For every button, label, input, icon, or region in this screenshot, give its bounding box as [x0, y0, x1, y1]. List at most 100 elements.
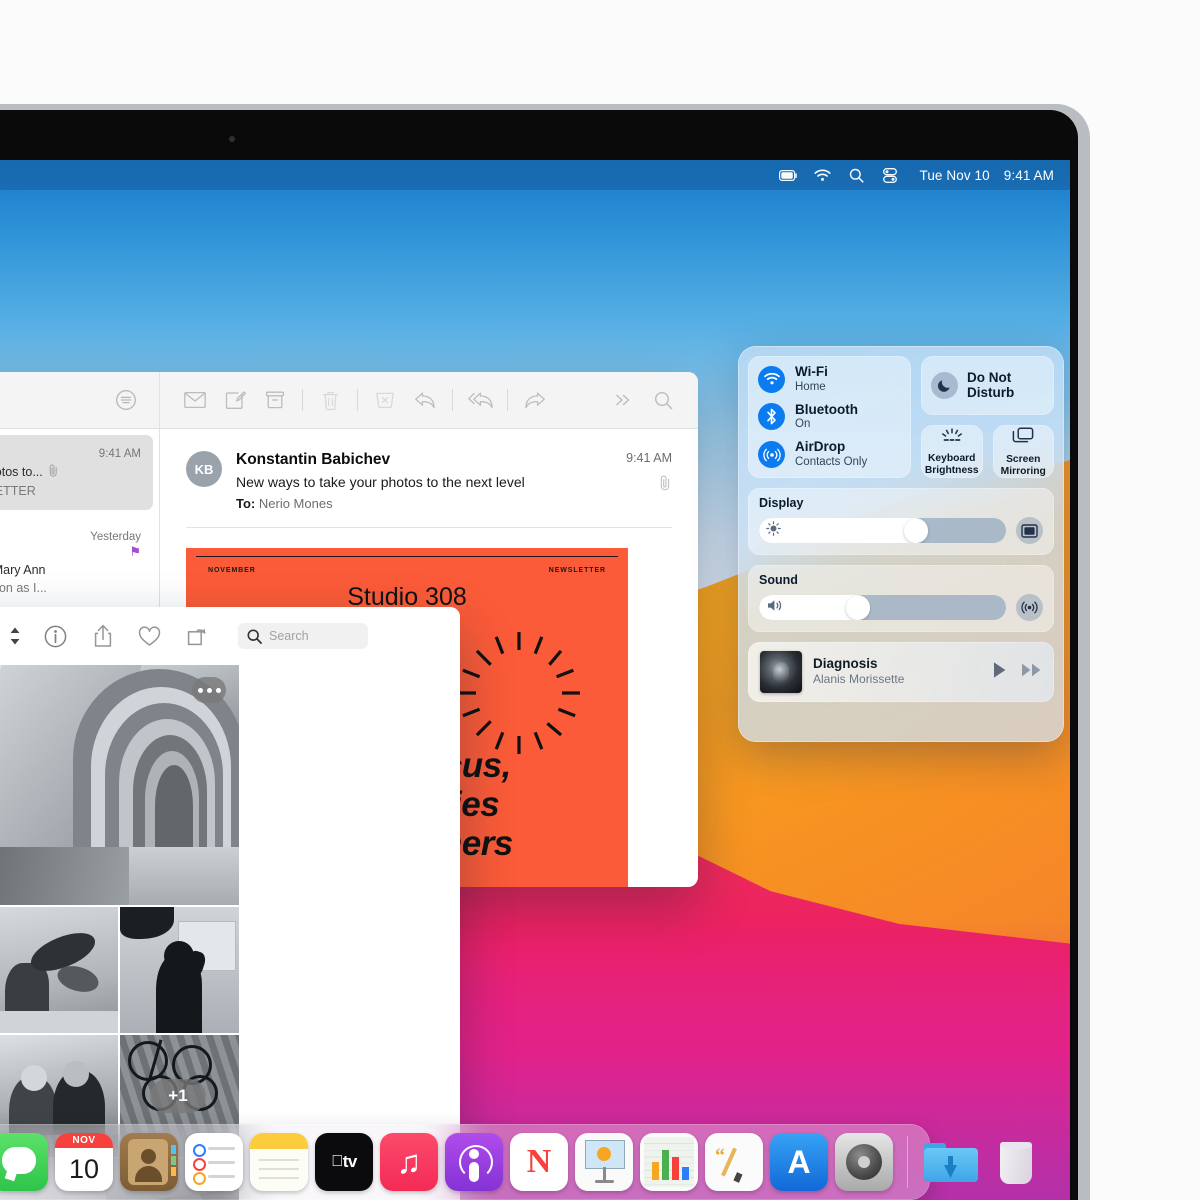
fast-forward-icon[interactable] — [1021, 662, 1042, 683]
reply-icon[interactable] — [412, 391, 438, 410]
control-center-panel: Wi-Fi Home Bluetooth On AirDrop Contacts… — [738, 346, 1064, 742]
do-not-disturb-tile[interactable]: Do Not Disturb — [921, 356, 1054, 415]
trash-icon[interactable] — [317, 390, 343, 411]
spotlight-search-icon[interactable] — [839, 160, 873, 190]
sound-volume-slider[interactable] — [759, 595, 1006, 620]
wifi-toggle[interactable]: Wi-Fi Home — [758, 364, 901, 394]
dock-item-reminders[interactable] — [185, 1133, 243, 1191]
search-placeholder: Search — [269, 629, 309, 643]
rotate-icon[interactable] — [173, 625, 220, 647]
dock-item-calendar[interactable]: NOV 10 — [55, 1133, 113, 1191]
keyboard-brightness-label-line1: Keyboard — [927, 453, 976, 465]
sound-label: Sound — [759, 573, 798, 587]
dock-item-tv[interactable]: tv — [315, 1133, 373, 1191]
display-label: Display — [759, 496, 804, 510]
menubar-time[interactable]: 9:41 AM — [1004, 168, 1054, 183]
wifi-status: Home — [795, 380, 826, 393]
junk-icon[interactable] — [372, 390, 398, 410]
mail-list-item[interactable]: Babichev 9:41 AM take your photos to... — [0, 435, 153, 510]
airplay-audio-button[interactable] — [1016, 594, 1043, 621]
message-sender-name: Konstantin Babichev — [236, 451, 391, 468]
reply-all-icon[interactable] — [467, 391, 493, 410]
message-time: 9:41 AM — [626, 451, 672, 465]
connectivity-module: Wi-Fi Home Bluetooth On AirDrop Contacts… — [748, 356, 911, 478]
share-icon[interactable] — [79, 624, 126, 648]
compose-icon[interactable] — [222, 390, 248, 411]
divider — [186, 527, 672, 528]
mail-list-item[interactable]: uang Yesterday ⚑ r request to Mary Ann n… — [0, 518, 153, 607]
dock-item-pages[interactable]: “ — [705, 1133, 763, 1191]
keyboard-brightness-icon — [940, 428, 964, 448]
zoom-stepper-icon[interactable] — [0, 625, 32, 647]
newsletter-kicker: NEWSLETTER — [548, 567, 606, 574]
display-brightness-slider[interactable] — [759, 518, 1006, 543]
dock-item-podcasts[interactable] — [445, 1133, 503, 1191]
newsletter-header: NOVEMBER NEWSLETTER — [196, 556, 618, 574]
forward-icon[interactable] — [522, 391, 548, 410]
keyboard-brightness-tile[interactable]: Keyboard Brightness — [921, 424, 983, 478]
dock-divider — [907, 1136, 908, 1188]
airdrop-toggle[interactable]: AirDrop Contacts Only — [758, 439, 901, 469]
search-icon[interactable] — [650, 391, 676, 410]
photo-thumbnail[interactable] — [0, 907, 118, 1033]
dock-item-keynote[interactable] — [575, 1133, 633, 1191]
dock-item-music[interactable]: ♫ — [380, 1133, 438, 1191]
now-playing-artist: Alanis Morissette — [813, 672, 905, 687]
dock-item-trash[interactable] — [987, 1133, 1045, 1191]
control-center-icon[interactable] — [873, 160, 907, 190]
wifi-icon[interactable] — [805, 160, 839, 190]
photos-window: Search +1 — [0, 607, 460, 1200]
now-playing-title: Diagnosis — [813, 656, 878, 672]
photo-thumbnail[interactable] — [0, 665, 239, 905]
facetime-camera — [229, 136, 235, 142]
photo-more-button[interactable] — [192, 677, 226, 703]
dock-item-system-preferences[interactable] — [835, 1133, 893, 1191]
display-options-button[interactable] — [1016, 517, 1043, 544]
filter-icon[interactable] — [113, 389, 139, 411]
airdrop-icon — [758, 441, 785, 468]
archive-icon[interactable] — [262, 390, 288, 410]
toolbar-divider — [507, 389, 508, 411]
dock: NOV 10 tv ♫ N “ A — [0, 1124, 1032, 1200]
play-icon[interactable] — [992, 661, 1007, 684]
paperclip-icon[interactable] — [626, 475, 672, 496]
mailbox-icon[interactable] — [182, 391, 208, 409]
mail-toolbar-right — [160, 372, 698, 428]
keyboard-brightness-label-line2: Brightness — [924, 464, 979, 476]
dock-item-notes[interactable] — [250, 1133, 308, 1191]
battery-icon[interactable] — [771, 160, 805, 190]
dnd-label-line1: Do Not — [967, 369, 1012, 385]
sound-module: Sound — [748, 565, 1054, 632]
message-to-label: To: — [236, 496, 256, 511]
dock-item-news[interactable]: N — [510, 1133, 568, 1191]
favorite-heart-icon[interactable] — [126, 625, 173, 647]
screen-mirroring-label-line2: Mirroring — [1000, 465, 1046, 477]
moon-icon — [931, 371, 958, 399]
message-header: KB Konstantin Babichev New ways to take … — [186, 451, 672, 511]
photo-thumbnail[interactable] — [120, 907, 239, 1033]
now-playing-module: Diagnosis Alanis Morissette — [748, 642, 1054, 702]
info-icon[interactable] — [32, 625, 79, 648]
dock-item-numbers[interactable] — [640, 1133, 698, 1191]
airdrop-label: AirDrop — [795, 439, 846, 455]
dock-item-messages[interactable] — [0, 1133, 48, 1191]
calendar-day: 10 — [68, 1154, 100, 1184]
display-bezel: Tue Nov 10 9:41 AM 9:41 AM tos to... TTE… — [0, 110, 1078, 1200]
bluetooth-toggle[interactable]: Bluetooth On — [758, 402, 901, 432]
search-input[interactable]: Search — [238, 623, 368, 649]
mail-item-preview: n know as soon as I... — [0, 580, 47, 595]
mail-toolbar — [0, 372, 698, 429]
photo-count-badge[interactable]: +1 — [150, 1079, 206, 1113]
dock-item-app-store[interactable]: A — [770, 1133, 828, 1191]
screen-mirroring-icon — [1012, 427, 1034, 449]
message-recipient: To: Nerio Mones — [236, 496, 612, 511]
paperclip-icon — [48, 464, 59, 480]
menu-bar: Tue Nov 10 9:41 AM — [0, 160, 1070, 190]
dock-item-downloads-folder[interactable] — [922, 1133, 980, 1191]
more-chevrons-icon[interactable] — [610, 392, 636, 408]
dock-item-contacts[interactable] — [120, 1133, 178, 1191]
newsletter-month: NOVEMBER — [208, 567, 256, 574]
toolbar-divider — [452, 389, 453, 411]
screen-mirroring-tile[interactable]: Screen Mirroring — [992, 424, 1054, 478]
menubar-date[interactable]: Tue Nov 10 — [919, 168, 989, 183]
